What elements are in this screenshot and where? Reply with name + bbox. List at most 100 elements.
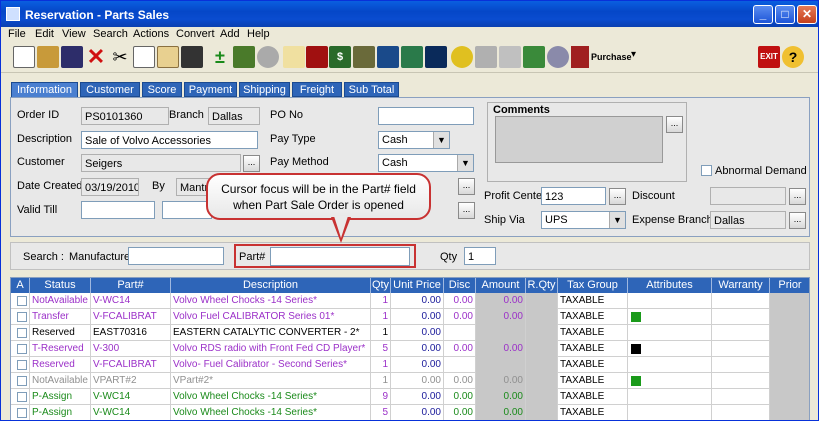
- row-select-cell[interactable]: [11, 405, 30, 420]
- delete-icon[interactable]: ✕: [85, 46, 107, 68]
- close-button[interactable]: ✕: [797, 5, 817, 24]
- row-checkbox[interactable]: [17, 360, 27, 370]
- tab-sub-total[interactable]: Sub Total: [344, 82, 399, 97]
- purchase-button[interactable]: Purchase: [571, 46, 632, 68]
- col-part[interactable]: Part#: [91, 278, 171, 293]
- description-input[interactable]: Sale of Volvo Accessories: [81, 131, 258, 149]
- find-icon[interactable]: [181, 46, 203, 68]
- coins-icon[interactable]: [451, 46, 473, 68]
- col-description[interactable]: Description: [171, 278, 371, 293]
- row-select-cell[interactable]: [11, 341, 30, 357]
- maximize-button[interactable]: □: [775, 5, 795, 24]
- part-input[interactable]: [270, 247, 410, 266]
- menu-actions[interactable]: Actions: [133, 28, 169, 40]
- menu-convert[interactable]: Convert: [176, 28, 215, 40]
- row-select-cell[interactable]: [11, 389, 30, 405]
- valid-till-input[interactable]: [81, 201, 155, 219]
- row-select-cell[interactable]: [11, 357, 30, 373]
- expense-branch-lookup-button[interactable]: ...: [789, 212, 806, 229]
- col-a[interactable]: A: [11, 278, 30, 293]
- by-lookup-button[interactable]: ...: [458, 178, 475, 195]
- pay-type-select[interactable]: Cash ▼: [378, 131, 450, 149]
- calculator-icon[interactable]: [233, 46, 255, 68]
- paste-icon[interactable]: [157, 46, 179, 68]
- valid-till-time-input[interactable]: [162, 201, 212, 219]
- save-icon[interactable]: [61, 46, 83, 68]
- print-icon[interactable]: [499, 46, 521, 68]
- menu-edit[interactable]: Edit: [35, 28, 54, 40]
- table-row[interactable]: Reserved EAST70316 EASTERN CATALYTIC CONVE…: [11, 325, 809, 341]
- profit-center-lookup-button[interactable]: ...: [609, 188, 626, 205]
- menu-search[interactable]: Search: [93, 28, 128, 40]
- minimize-button[interactable]: _: [753, 5, 773, 24]
- tab-payment[interactable]: Payment: [184, 82, 237, 97]
- col-priority[interactable]: Prior: [770, 278, 809, 293]
- menu-view[interactable]: View: [62, 28, 86, 40]
- document-icon[interactable]: [425, 46, 447, 68]
- menu-add[interactable]: Add: [220, 28, 240, 40]
- col-amount[interactable]: Amount: [476, 278, 526, 293]
- row-select-cell[interactable]: [11, 373, 30, 389]
- truck-icon[interactable]: [475, 46, 497, 68]
- po-no-input[interactable]: [378, 107, 474, 125]
- tab-score[interactable]: Score: [142, 82, 182, 97]
- col-disc[interactable]: Disc: [444, 278, 476, 293]
- tab-information[interactable]: Information: [11, 82, 78, 98]
- col-qty[interactable]: Qty: [371, 278, 391, 293]
- tab-freight[interactable]: Freight: [292, 82, 342, 97]
- exit-icon[interactable]: EXIT: [758, 46, 780, 68]
- row-checkbox[interactable]: [17, 296, 27, 306]
- menu-help[interactable]: Help: [247, 28, 270, 40]
- table-row[interactable]: P-Assign V-WC14 Volvo Wheel Chocks -14 Ser…: [11, 389, 809, 405]
- gear-icon[interactable]: [547, 46, 569, 68]
- menu-file[interactable]: File: [8, 28, 26, 40]
- group-icon[interactable]: [257, 46, 279, 68]
- col-status[interactable]: Status: [30, 278, 91, 293]
- manufacturer-input[interactable]: [128, 247, 224, 265]
- title-bar[interactable]: Reservation - Parts Sales _ □ ✕: [1, 1, 818, 27]
- table-row[interactable]: Reserved V-FCALIBRAT Volvo- Fuel Calibrato…: [11, 357, 809, 373]
- col-tax-group[interactable]: Tax Group: [558, 278, 628, 293]
- row-checkbox[interactable]: [17, 312, 27, 322]
- purchase-dropdown-icon[interactable]: ▾: [631, 49, 636, 60]
- row-select-cell[interactable]: [11, 325, 30, 341]
- col-unit-price[interactable]: Unit Price: [391, 278, 444, 293]
- table-row[interactable]: Transfer V-FCALIBRAT Volvo Fuel CALIBRATOR…: [11, 309, 809, 325]
- table-row[interactable]: T-Reserved V-300 Volvo RDS radio with Fron…: [11, 341, 809, 357]
- tab-customer[interactable]: Customer: [80, 82, 140, 97]
- plus-minus-icon[interactable]: ±: [209, 46, 231, 68]
- open-icon[interactable]: [37, 46, 59, 68]
- note-icon[interactable]: [283, 46, 305, 68]
- comments-button[interactable]: ...: [666, 116, 683, 133]
- profit-center-input[interactable]: 123: [541, 187, 606, 205]
- col-attributes[interactable]: Attributes: [628, 278, 712, 293]
- new-icon[interactable]: [13, 46, 35, 68]
- invoice-icon[interactable]: [401, 46, 423, 68]
- valid-lookup-button[interactable]: ...: [458, 202, 475, 219]
- col-rqty[interactable]: R.Qty: [526, 278, 558, 293]
- row-select-cell[interactable]: [11, 309, 30, 325]
- abnormal-demand-checkbox[interactable]: [701, 165, 712, 176]
- discount-lookup-button[interactable]: ...: [789, 188, 806, 205]
- col-warranty[interactable]: Warranty: [712, 278, 770, 293]
- book-icon[interactable]: [523, 46, 545, 68]
- cut-icon[interactable]: ✂: [109, 46, 131, 68]
- customer-lookup-button[interactable]: ...: [243, 155, 260, 172]
- dollar-icon[interactable]: $: [329, 46, 351, 68]
- table-row[interactable]: NotAvailable VPART#2 VPart#2* 1 0.00 0.00 0.00…: [11, 373, 809, 389]
- qty-input[interactable]: 1: [464, 247, 496, 265]
- ship-via-select[interactable]: UPS ▼: [541, 211, 626, 229]
- ledger-icon[interactable]: [353, 46, 375, 68]
- copy-icon[interactable]: [133, 46, 155, 68]
- row-checkbox[interactable]: [17, 392, 27, 402]
- row-checkbox[interactable]: [17, 408, 27, 418]
- table-row[interactable]: NotAvailable V-WC14 Volvo Wheel Chocks -14…: [11, 293, 809, 309]
- row-select-cell[interactable]: [11, 293, 30, 309]
- report-icon[interactable]: [377, 46, 399, 68]
- row-checkbox[interactable]: [17, 376, 27, 386]
- pay-method-select[interactable]: Cash ▼: [378, 154, 474, 172]
- help-icon[interactable]: ?: [782, 46, 804, 68]
- tab-shipping[interactable]: Shipping: [239, 82, 290, 97]
- row-checkbox[interactable]: [17, 328, 27, 338]
- row-checkbox[interactable]: [17, 344, 27, 354]
